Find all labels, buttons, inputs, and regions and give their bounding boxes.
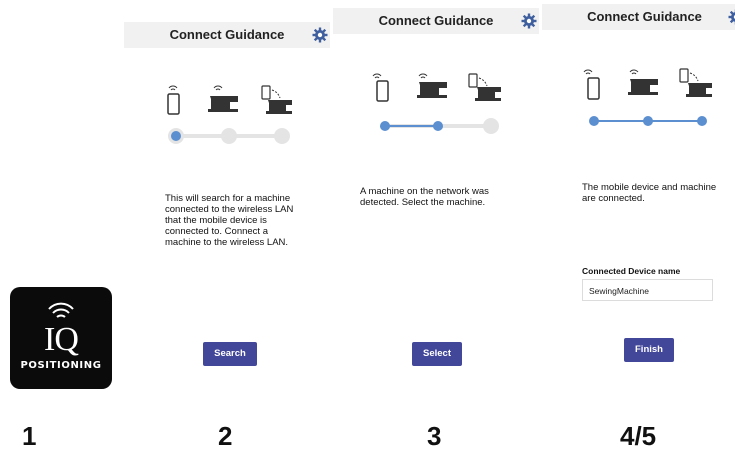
progress-step-3 [483, 118, 499, 134]
progress-indicator [589, 116, 707, 126]
progress-step-1-active [589, 116, 599, 126]
progress-step-2 [221, 128, 237, 144]
progress-step-1-active [171, 131, 181, 141]
connection-icons [583, 68, 712, 100]
step-number-3: 3 [427, 421, 442, 451]
page-title: Connect Guidance [169, 27, 285, 42]
step-number-2: 2 [218, 421, 233, 451]
screen-search: Connect Guidance This will search for a … [124, 22, 330, 382]
progress-step-2-active [643, 116, 653, 126]
phone-icon [167, 85, 180, 115]
wireless-signal-icon [48, 302, 74, 318]
step-number-4-5: 4/5 [620, 421, 657, 451]
progress-indicator [168, 128, 290, 144]
phone-and-machine-icon [261, 85, 292, 114]
guidance-message: A machine on the network was detected. S… [360, 186, 489, 208]
step-number-1: 1 [22, 421, 37, 451]
page-title: Connect Guidance [587, 9, 702, 24]
search-button[interactable]: Search [203, 342, 257, 366]
app-logo-text: IQ [44, 321, 79, 358]
phone-icon [372, 73, 389, 102]
progress-step-3 [274, 128, 290, 144]
progress-step-1-active [380, 121, 390, 131]
phone-icon [583, 69, 600, 100]
connection-icons [372, 73, 501, 102]
gear-icon[interactable] [521, 13, 537, 29]
select-button[interactable]: Select [412, 342, 462, 366]
screen-header: Connect Guidance [542, 4, 735, 30]
iq-positioning-app-icon[interactable]: IQ POSITIONING [10, 287, 112, 389]
screen-finish: Connect Guidance The mobile device and m… [542, 4, 735, 364]
phone-and-machine-icon [679, 68, 712, 97]
progress-step-2-active [433, 121, 443, 131]
gear-icon[interactable] [728, 9, 735, 25]
progress-step-3-active [697, 116, 707, 126]
guidance-message: The mobile device and machine are connec… [582, 182, 717, 204]
sewing-machine-icon [417, 73, 447, 98]
sewing-machine-icon [208, 85, 238, 112]
screen-header: Connect Guidance [333, 8, 539, 34]
phone-and-machine-icon [468, 73, 501, 101]
gear-icon[interactable] [312, 27, 328, 43]
finish-button[interactable]: Finish [624, 338, 674, 362]
device-name-field[interactable]: SewingMachine [582, 279, 713, 301]
sewing-machine-icon [628, 69, 658, 95]
page-title: Connect Guidance [378, 13, 494, 28]
app-subtitle: POSITIONING [20, 360, 102, 371]
connection-icons [167, 85, 292, 115]
screen-select: Connect Guidance A machine on the networ… [333, 8, 539, 368]
guidance-message: This will search for a machine connected… [165, 193, 294, 248]
connected-device-name-label: Connected Device name [582, 266, 681, 276]
screen-header: Connect Guidance [124, 22, 330, 48]
progress-indicator [380, 118, 499, 134]
